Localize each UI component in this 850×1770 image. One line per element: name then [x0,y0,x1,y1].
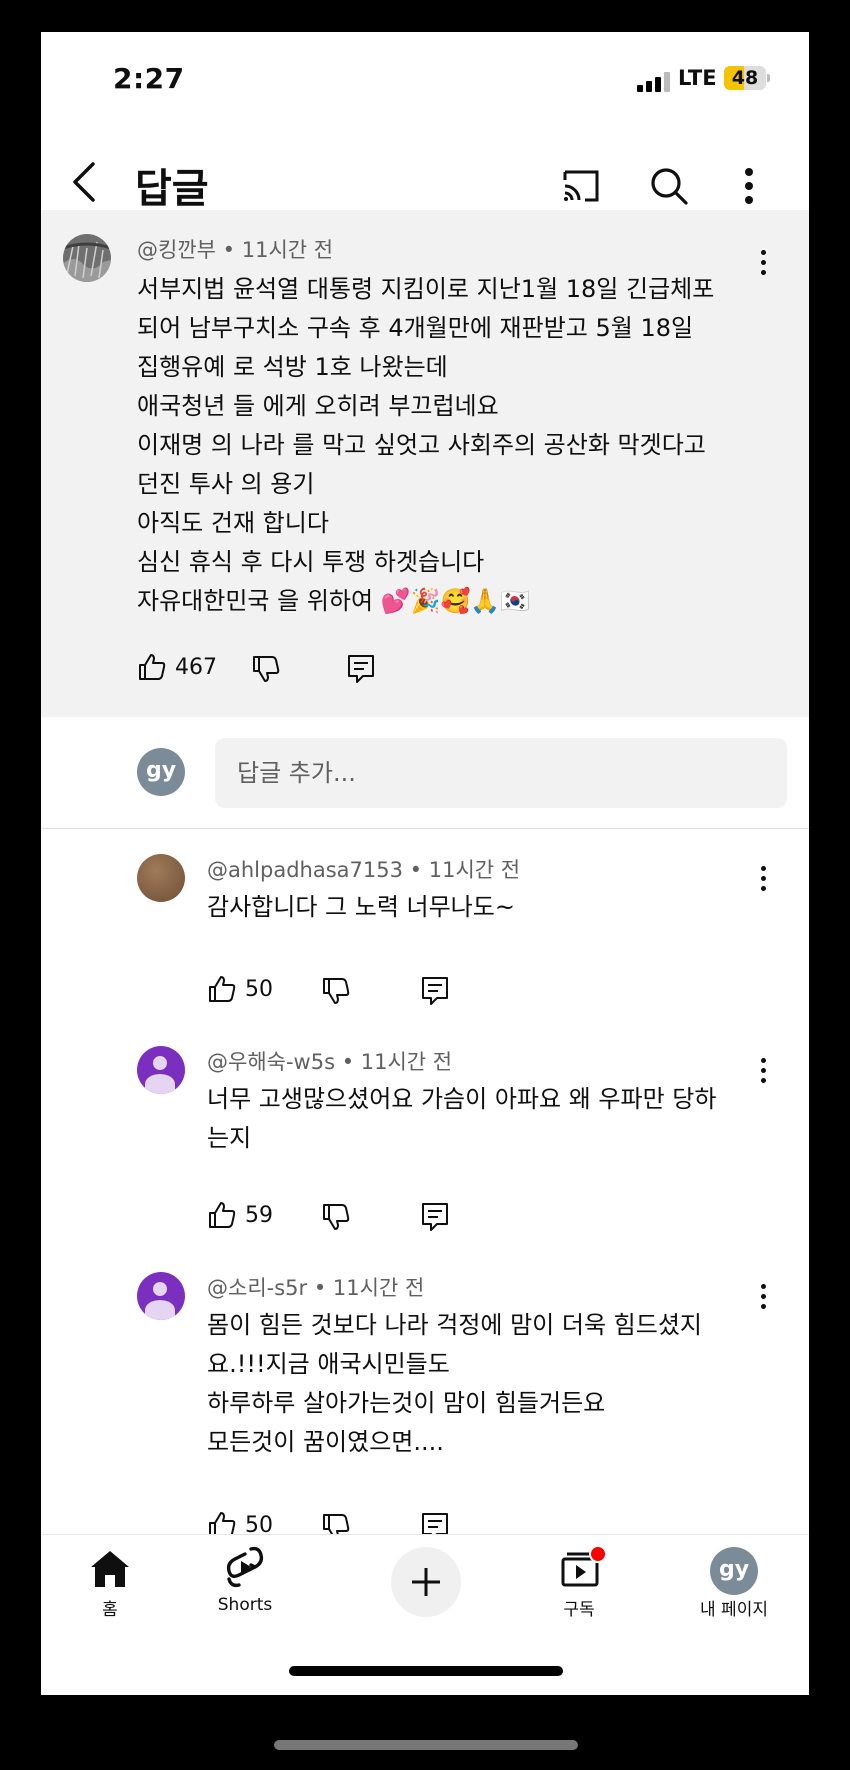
reply-line: 너무 고생많으셨어요 가슴이 아파요 왜 우파만 당하 [207,1085,717,1113]
comment-more-icon[interactable] [758,250,768,278]
author-avatar[interactable] [63,234,111,282]
bezel-indicator [274,1740,578,1750]
comment-line: 애국청년 들 에게 오히려 부끄럽네요 [137,392,499,420]
signal-icon [637,72,670,92]
reply-input[interactable]: 답글 추가... [215,738,787,808]
battery-icon: 48 [724,66,770,90]
reply-author[interactable]: @우해숙-w5s [207,1050,335,1074]
shorts-icon [226,1546,264,1588]
reply-meta: @우해숙-w5s • 11시간 전 [207,1050,453,1074]
home-indicator [289,1666,563,1676]
like-count: 50 [245,976,273,1002]
reply-text: 너무 고생많으셨어요 가슴이 아파요 왜 우파만 당하 는지 [207,1080,716,1158]
reply-meta: @ahlpadhasa7153 • 11시간 전 [207,858,521,882]
nav-label-subscriptions: 구독 [563,1600,595,1620]
comment-line: 아직도 건재 합니다 [137,509,329,537]
reply-line: 하루하루 살아가는것이 맘이 힘들거든요 [207,1389,606,1417]
cast-icon[interactable] [559,164,603,208]
reply-icon[interactable] [347,654,375,684]
dislike-icon[interactable] [321,976,351,1006]
reply-avatar[interactable] [137,1046,185,1094]
search-icon[interactable] [647,164,691,208]
create-button[interactable] [391,1547,461,1617]
reply-icon[interactable] [421,976,449,1006]
parent-comment: @킹깐부 • 11시간 전 서부지법 윤석열 대통령 지킴이로 지난1월 18일… [41,210,809,717]
comment-line: 되어 남부구치소 구속 후 4개월만에 재판받고 5월 18일 [137,314,694,342]
reply-line: 모든것이 꿈이였으면.... [207,1428,444,1456]
reply-author[interactable]: @ahlpadhasa7153 [207,858,403,882]
battery-level: 48 [731,67,759,89]
comment-line: 심신 휴식 후 다시 투쟁 하겟습니다 [137,548,485,576]
dislike-icon[interactable] [251,654,281,684]
thumbs-up-icon [139,654,166,680]
reply-time: 11시간 전 [360,1050,453,1074]
comment-time: 11시간 전 [241,238,334,262]
reply-author[interactable]: @소리-s5r [207,1276,307,1300]
comment-text: 서부지법 윤석열 대통령 지킴이로 지난1월 18일 긴급체포 되어 남부구치소… [137,270,714,621]
comment-line: 서부지법 윤석열 대통령 지킴이로 지난1월 18일 긴급체포 [137,275,715,303]
reply-icon[interactable] [421,1202,449,1232]
thumbs-up-icon [209,1202,236,1228]
status-time: 2:27 [113,62,185,95]
reply-meta: @소리-s5r • 11시간 전 [207,1276,425,1300]
thumbs-up-icon [209,976,236,1002]
comment-meta: @킹깐부 • 11시간 전 [137,238,334,262]
nav-label-you: 내 페이지 [700,1600,768,1620]
phone-screen: 2:27 LTE 48 답글 @킹깐부 • 11시간 전 서부지법 윤석열 대통… [41,32,809,1695]
like-count: 467 [175,654,217,680]
reply-line: 는지 [207,1124,252,1152]
reply-time: 11시간 전 [428,858,521,882]
nav-label-home: 홈 [102,1600,118,1620]
comment-line: 자유대한민국 을 위하여 💕🎉🥰🙏🇰🇷 [137,587,531,615]
reply-more-icon[interactable] [758,1284,768,1312]
comment-author[interactable]: @킹깐부 [137,238,216,262]
like-button[interactable]: 467 [137,652,217,682]
back-icon[interactable] [67,160,103,204]
dislike-icon[interactable] [321,1202,351,1232]
reply-more-icon[interactable] [758,866,768,894]
reply-line: 몸이 힘든 것보다 나라 걱정에 맘이 더욱 힘드셨지 [207,1311,703,1339]
nav-label-shorts: Shorts [217,1595,273,1615]
user-avatar: gy [137,748,185,796]
reply-line: 감사합니다 그 노력 너무나도~ [207,893,515,921]
like-button[interactable]: 50 [207,974,273,1004]
reply-time: 11시간 전 [332,1276,425,1300]
notification-dot [589,1545,607,1563]
reply-avatar[interactable] [137,1272,185,1320]
like-button[interactable]: 59 [207,1200,273,1230]
divider [41,828,809,829]
comment-line: 이재명 의 나라 를 막고 싶엇고 사회주의 공산화 막겟다고 [137,431,706,459]
reply-text: 감사합니다 그 노력 너무나도~ [207,888,515,927]
more-icon[interactable] [739,164,759,208]
status-bar: 2:27 LTE 48 [41,32,809,132]
reply-more-icon[interactable] [758,1058,768,1086]
comment-line: 던진 투사 의 용기 [137,470,315,498]
reply-text: 몸이 힘든 것보다 나라 걱정에 맘이 더욱 힘드셨지 요.!!!지금 애국시민… [207,1306,702,1462]
nav-avatar: gy [710,1547,758,1595]
network-label: LTE [678,66,717,90]
plus-icon [412,1568,440,1596]
comment-line: 집행유예 로 석방 1호 나왔는데 [137,353,448,381]
like-count: 59 [245,1202,273,1228]
reply-line: 요.!!!지금 애국시민들도 [207,1350,450,1378]
reply-avatar[interactable] [137,854,185,902]
page-title: 답글 [135,166,209,212]
home-icon [91,1551,129,1587]
